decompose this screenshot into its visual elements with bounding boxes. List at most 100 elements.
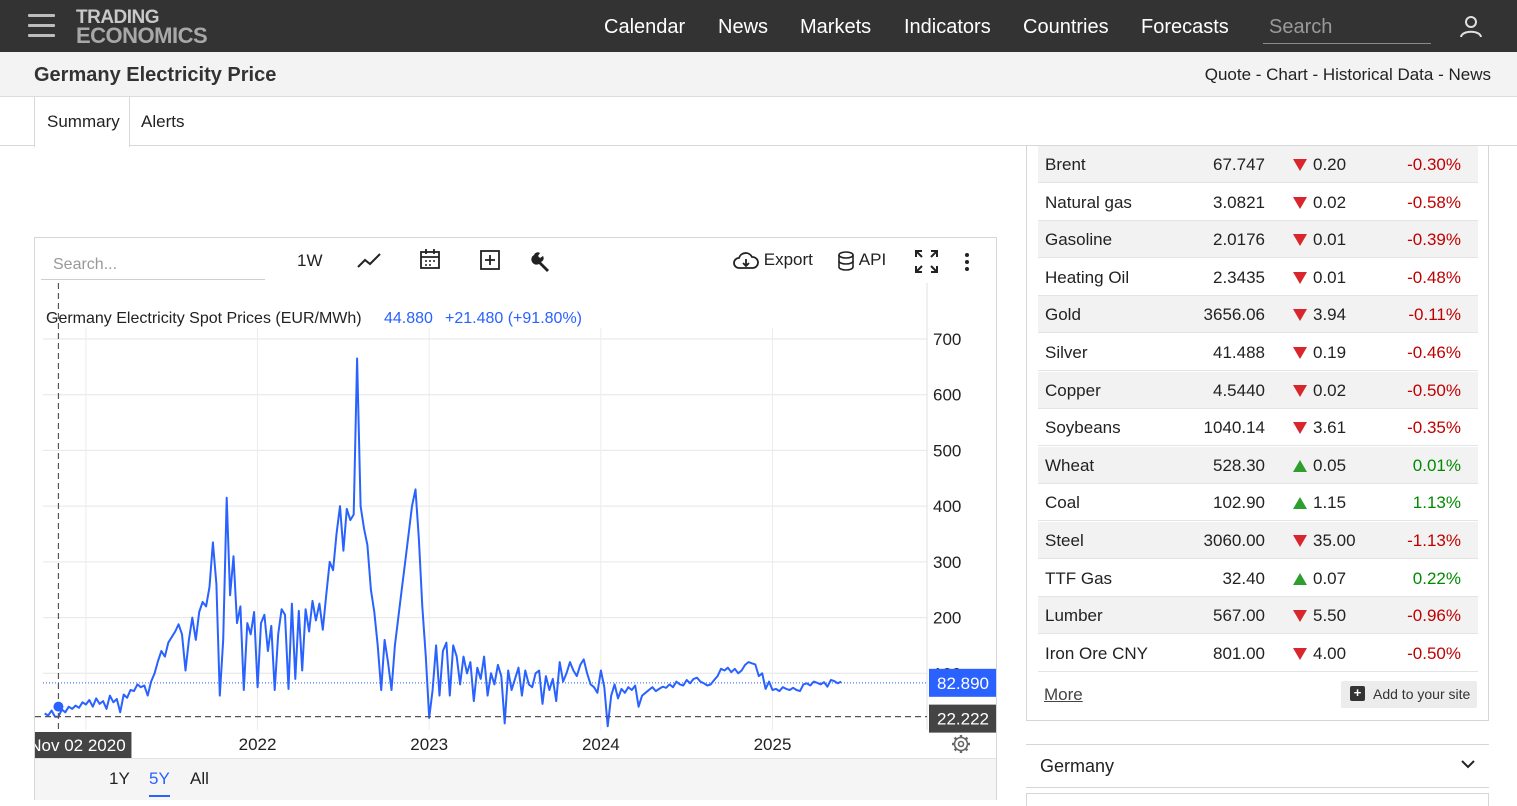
logo[interactable]: TRADING ECONOMICS bbox=[76, 8, 208, 48]
user-icon[interactable] bbox=[1459, 15, 1483, 39]
arrow-down-icon bbox=[1293, 347, 1307, 359]
commodity-name[interactable]: Heating Oil bbox=[1045, 268, 1129, 288]
commodity-row[interactable]: Coal 102.90 1.15 1.13% bbox=[1038, 484, 1478, 522]
chart-settings-icon[interactable] bbox=[952, 735, 970, 753]
commodity-row[interactable]: Silver 41.488 0.19 -0.46% bbox=[1038, 334, 1478, 371]
add-to-site-button[interactable]: + Add to your site bbox=[1341, 681, 1477, 708]
arrow-down-icon bbox=[1293, 610, 1307, 623]
crosshair-marker bbox=[53, 701, 64, 712]
commodity-row[interactable]: Steel 3060.00 35.00 -1.13% bbox=[1038, 522, 1478, 559]
commodity-row[interactable]: Wheat 528.30 0.05 0.01% bbox=[1038, 446, 1478, 484]
commodity-name[interactable]: Natural gas bbox=[1045, 193, 1132, 213]
range-all-button[interactable]: All bbox=[190, 769, 209, 789]
range-1y-button[interactable]: 1Y bbox=[109, 769, 130, 789]
commodity-row[interactable]: TTF Gas 32.40 0.07 0.22% bbox=[1038, 560, 1478, 597]
price-chart[interactable]: 2022202320242025 100200300400500600700 8… bbox=[35, 283, 996, 758]
commodity-name[interactable]: Copper bbox=[1045, 381, 1101, 401]
fullscreen-icon[interactable] bbox=[915, 250, 938, 273]
interval-button[interactable]: 1W bbox=[297, 251, 323, 271]
commodity-name[interactable]: TTF Gas bbox=[1045, 569, 1112, 589]
link-chart[interactable]: Chart bbox=[1266, 65, 1308, 84]
commodity-name[interactable]: Soybeans bbox=[1045, 418, 1121, 438]
chart-search-input[interactable] bbox=[41, 250, 265, 280]
commodity-change: 5.50 bbox=[1313, 606, 1347, 626]
commodity-change: 0.02 bbox=[1313, 380, 1347, 400]
germany-accordion-label: Germany bbox=[1040, 756, 1115, 776]
nav-news[interactable]: News bbox=[718, 16, 768, 39]
nav-search-input[interactable] bbox=[1263, 12, 1431, 44]
arrow-down-icon bbox=[1293, 647, 1307, 660]
commodity-row[interactable]: Soybeans 1040.14 3.61 -0.35% bbox=[1038, 409, 1478, 447]
commodity-percent: -0.58% bbox=[1407, 192, 1461, 212]
commodity-change: 35.00 bbox=[1313, 531, 1356, 550]
nav-calendar[interactable]: Calendar bbox=[604, 16, 685, 39]
germany-accordion[interactable]: Germany bbox=[1026, 744, 1489, 788]
x-tick-label: 2025 bbox=[754, 735, 792, 754]
commodity-name[interactable]: Silver bbox=[1045, 343, 1088, 363]
commodity-name[interactable]: Brent bbox=[1045, 155, 1086, 175]
api-button[interactable]: API bbox=[837, 250, 886, 271]
logo-line-2: ECONOMICS bbox=[76, 23, 208, 48]
series-last-value: 44.880 bbox=[384, 310, 433, 327]
link-historical-data[interactable]: Historical Data bbox=[1323, 65, 1434, 84]
arrow-up-icon bbox=[1293, 572, 1307, 585]
y-axis-ticks: 100200300400500600700 bbox=[933, 330, 961, 683]
line-chart-icon[interactable] bbox=[357, 251, 381, 271]
commodity-price: 528.30 bbox=[1213, 455, 1265, 475]
commodity-name[interactable]: Gold bbox=[1045, 305, 1081, 325]
commodity-row[interactable]: Natural gas 3.0821 0.02 -0.58% bbox=[1038, 184, 1478, 221]
commodity-change: 0.19 bbox=[1313, 343, 1347, 362]
commodity-row[interactable]: Gasoline 2.0176 0.01 -0.39% bbox=[1038, 221, 1478, 259]
commodity-price: 3.0821 bbox=[1213, 192, 1265, 212]
nav-forecasts[interactable]: Forecasts bbox=[1141, 16, 1229, 39]
commodity-name[interactable]: Coal bbox=[1045, 493, 1080, 513]
commodity-percent: -0.50% bbox=[1407, 380, 1461, 400]
arrow-down-icon bbox=[1293, 422, 1307, 435]
commodity-row[interactable]: Lumber 567.00 5.50 -0.96% bbox=[1038, 597, 1478, 635]
commodity-row[interactable]: Brent 67.747 0.20 -0.30% bbox=[1038, 146, 1478, 183]
tab-alerts[interactable]: Alerts bbox=[141, 97, 184, 146]
nav-markets[interactable]: Markets bbox=[800, 16, 871, 39]
nav-indicators[interactable]: Indicators bbox=[904, 16, 991, 39]
commodity-change: 3.61 bbox=[1313, 418, 1347, 438]
calendar-icon[interactable] bbox=[419, 248, 441, 270]
add-indicator-icon[interactable] bbox=[479, 249, 501, 271]
more-link[interactable]: More bbox=[1044, 685, 1083, 705]
commodity-price: 2.0176 bbox=[1213, 230, 1265, 250]
arrow-down-icon bbox=[1293, 234, 1307, 247]
commodity-row[interactable]: Heating Oil 2.3435 0.01 -0.48% bbox=[1038, 259, 1478, 296]
commodity-name[interactable]: Steel bbox=[1045, 531, 1084, 551]
range-5y-button[interactable]: 5Y bbox=[149, 769, 170, 797]
top-navbar: TRADING ECONOMICS Calendar News Markets … bbox=[0, 0, 1517, 52]
commodity-price: 2.3435 bbox=[1213, 267, 1265, 287]
range-selector: 1Y 5Y All bbox=[35, 758, 996, 800]
commodity-percent: -0.35% bbox=[1407, 418, 1461, 438]
nav-countries[interactable]: Countries bbox=[1023, 16, 1109, 39]
commodity-percent: -0.50% bbox=[1407, 643, 1461, 663]
commodity-change: 0.07 bbox=[1313, 568, 1347, 588]
series-line bbox=[44, 357, 842, 728]
wrench-icon[interactable] bbox=[530, 250, 552, 272]
page-title: Germany Electricity Price bbox=[34, 64, 277, 86]
commodity-price: 3656.06 bbox=[1203, 305, 1265, 325]
commodity-change: 3.94 bbox=[1313, 305, 1347, 325]
commodity-name[interactable]: Wheat bbox=[1045, 456, 1094, 476]
more-options-icon[interactable] bbox=[964, 252, 970, 272]
commodity-price: 1040.14 bbox=[1203, 418, 1265, 438]
chart-overlays: 82.890 22.222 Nov 02 2020 bbox=[35, 283, 996, 758]
commodity-name[interactable]: Iron Ore CNY bbox=[1045, 644, 1148, 664]
commodity-name[interactable]: Lumber bbox=[1045, 606, 1103, 626]
link-news[interactable]: News bbox=[1448, 65, 1491, 84]
commodity-percent: -0.46% bbox=[1407, 343, 1461, 362]
commodity-name[interactable]: Gasoline bbox=[1045, 230, 1112, 250]
hamburger-menu-icon[interactable] bbox=[28, 14, 55, 38]
link-separator: - bbox=[1307, 65, 1323, 84]
link-quote[interactable]: Quote bbox=[1205, 65, 1251, 84]
commodity-row[interactable]: Gold 3656.06 3.94 -0.11% bbox=[1038, 296, 1478, 334]
commodity-row[interactable]: Iron Ore CNY 801.00 4.00 -0.50% bbox=[1038, 635, 1478, 672]
commodity-price: 67.747 bbox=[1213, 155, 1265, 174]
chevron-down-icon bbox=[1461, 760, 1475, 769]
export-button[interactable]: Export bbox=[733, 250, 813, 271]
tab-summary[interactable]: Summary bbox=[34, 97, 130, 147]
commodity-row[interactable]: Copper 4.5440 0.02 -0.50% bbox=[1038, 371, 1478, 409]
